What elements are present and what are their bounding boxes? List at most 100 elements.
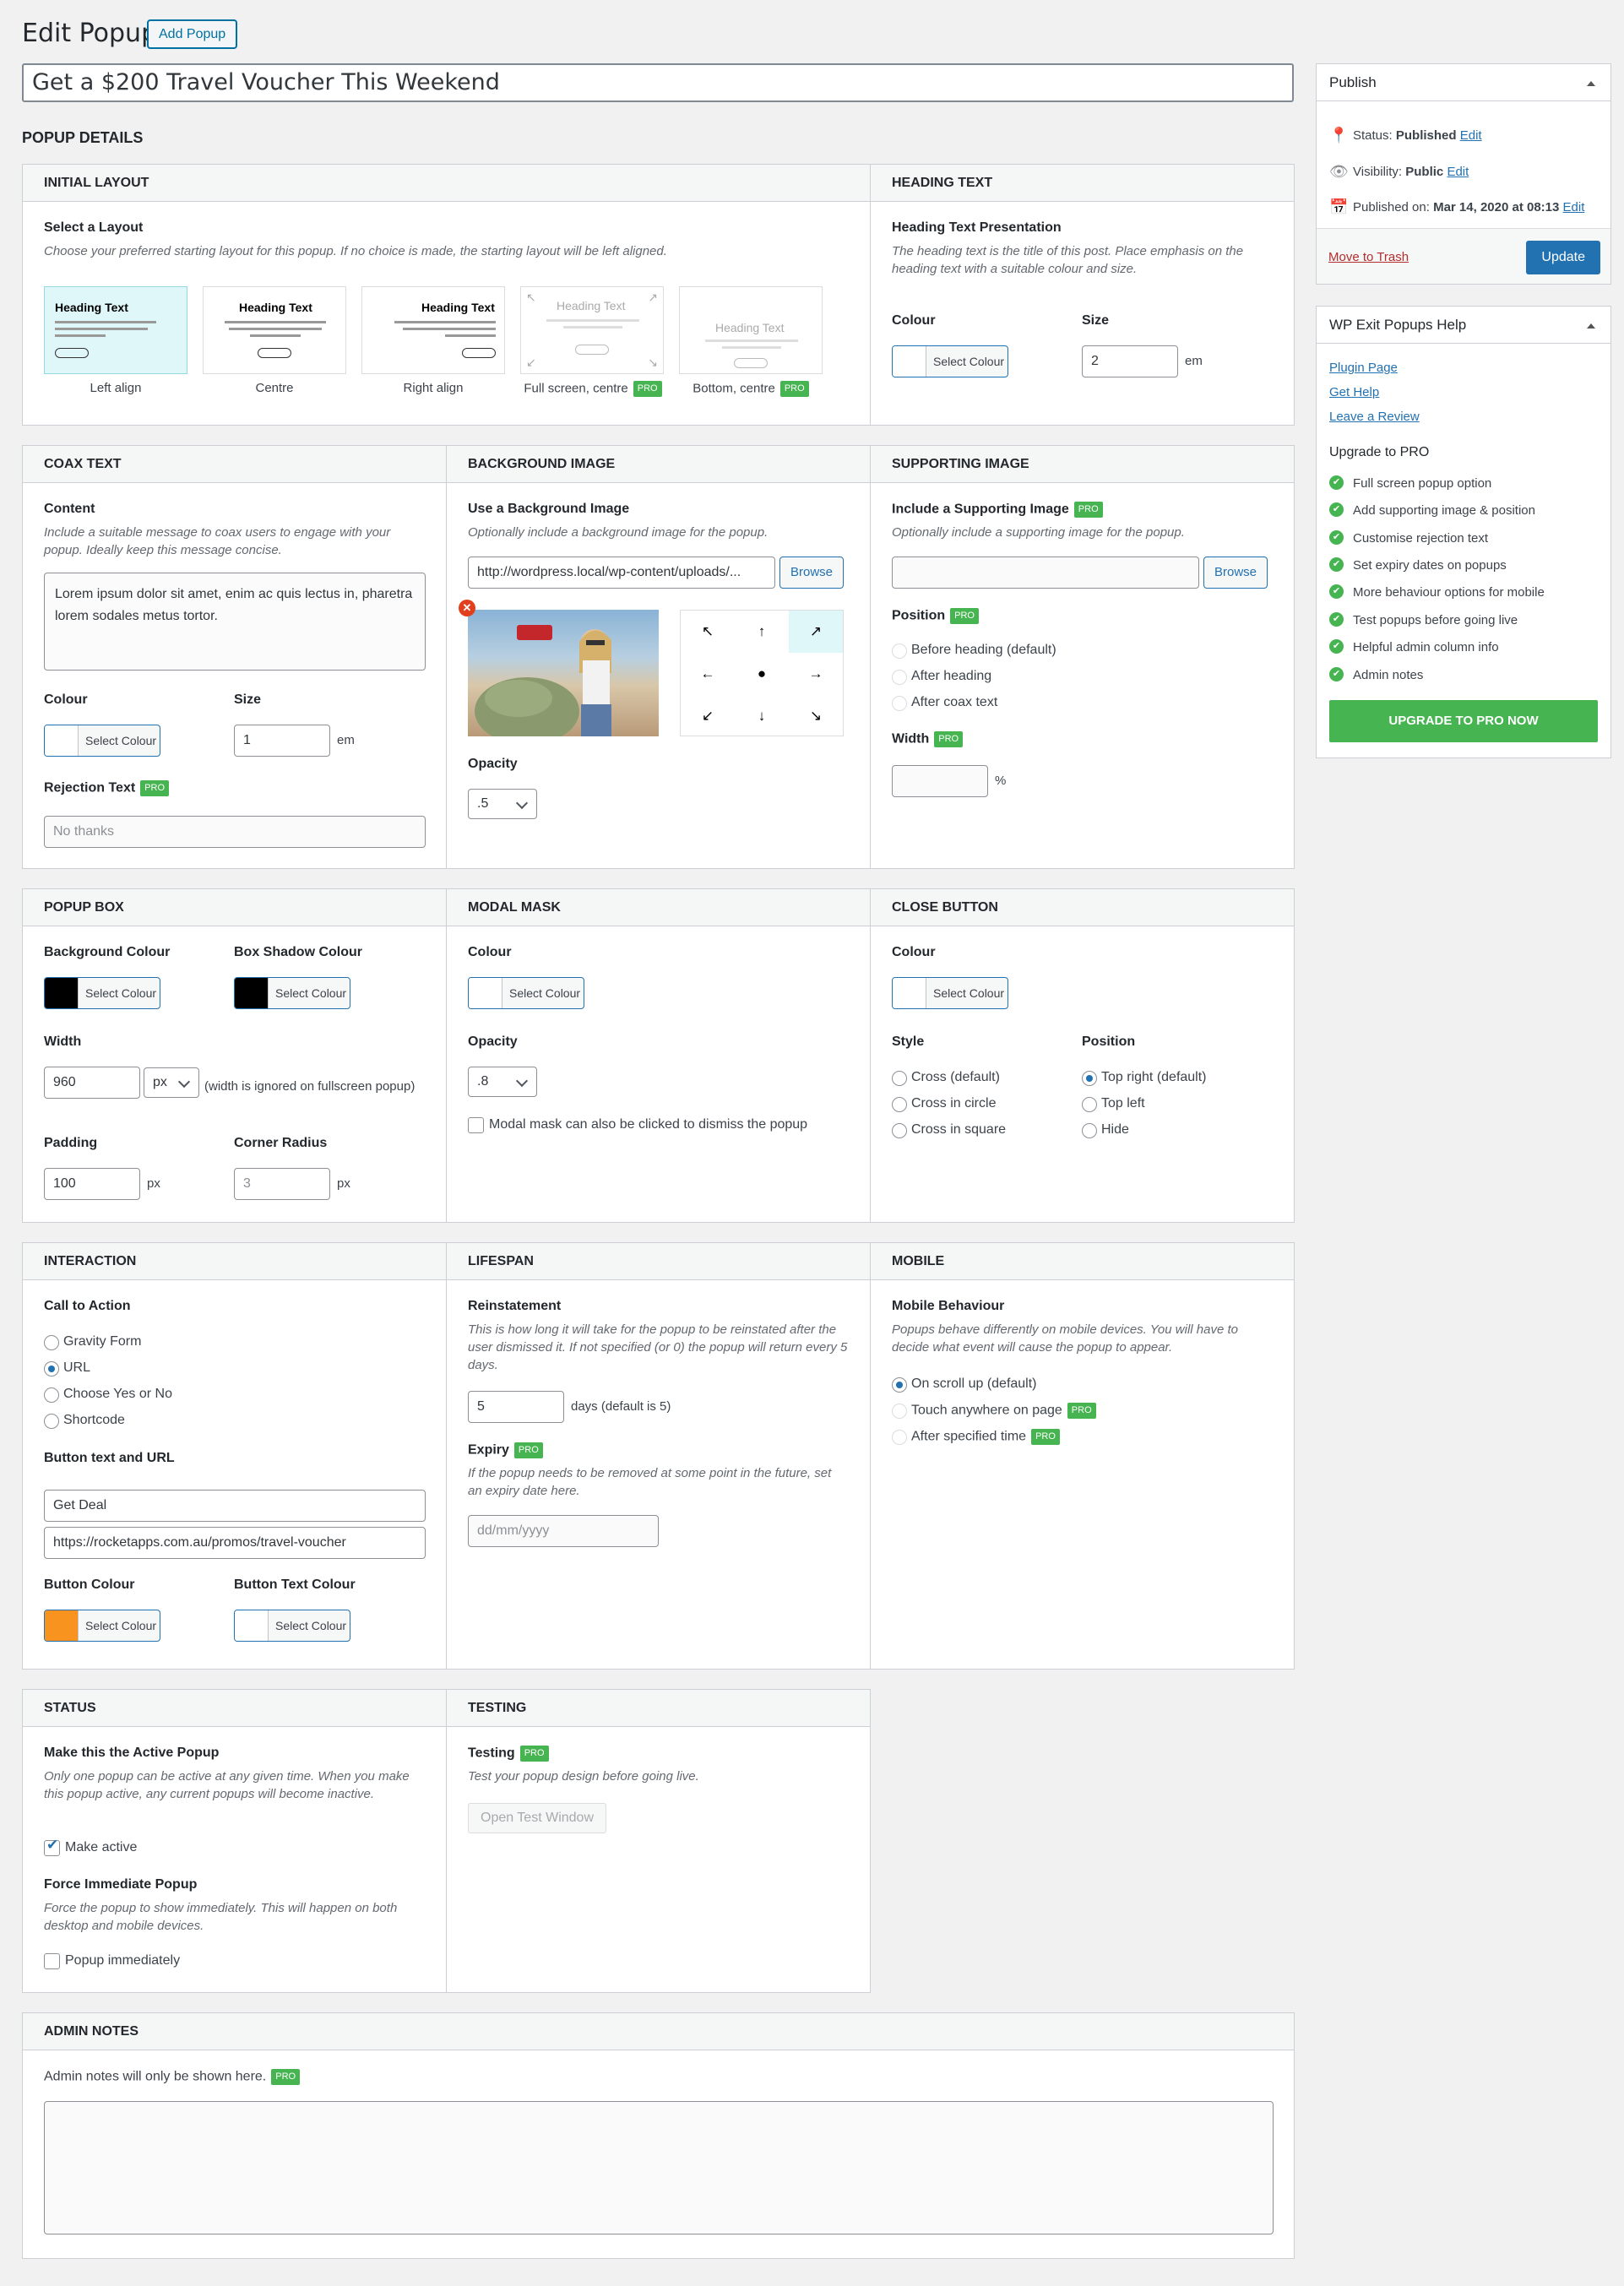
panel-heading: STATUS [23,1690,446,1727]
visibility-row: 👁 Visibility: Public Edit [1329,163,1469,180]
calendar-icon: 📅 [1329,198,1349,215]
remove-image-icon[interactable]: ✕ [459,600,475,616]
layout-centre[interactable]: Heading Text [203,286,346,374]
status-panel: STATUS Make this the Active Popup Only o… [22,1689,447,1993]
centre-dot-icon[interactable]: ● [735,653,789,695]
edit-date-link[interactable]: Edit [1563,200,1585,214]
browse-button[interactable]: Browse [1203,557,1268,589]
get-help-link[interactable]: Get Help [1329,385,1379,399]
check-icon: ✔ [46,1837,59,1853]
publish-heading[interactable]: Publish [1317,64,1610,101]
padding-input[interactable]: 100 [44,1168,140,1200]
arrow-sw-icon[interactable]: ↙ [681,695,735,737]
admin-notes-textarea[interactable] [44,2101,1274,2234]
update-button[interactable]: Update [1526,241,1600,274]
field-label: Size [1082,313,1110,328]
edit-status-link[interactable]: Edit [1460,128,1482,143]
expiry-date-input[interactable]: dd/mm/yyyy [468,1515,659,1547]
field-label: Testing PRO [468,1746,549,1762]
corner-radius-input[interactable]: 3 [234,1168,330,1200]
background-position-grid[interactable]: ↖ ↑ ↗ ← ● → ↙ ↓ ↘ [680,610,844,736]
radio-option[interactable]: After specified time PRO [892,1429,1060,1445]
testing-panel: TESTING Testing PRO Test your popup desig… [446,1689,871,1993]
button-text-colour-button[interactable]: Select Colour [234,1610,350,1642]
edit-visibility-link[interactable]: Edit [1447,165,1469,179]
mask-colour-button[interactable]: Select Colour [468,977,584,1009]
shadow-colour-button[interactable]: Select Colour [234,977,350,1009]
layout-full-screen[interactable]: ↖ ↗ ↙ ↘ Heading Text [520,286,664,374]
page-title: Edit Popup [22,19,158,48]
layout-caption: Left align [90,381,142,395]
coax-content-textarea[interactable]: Lorem ipsum dolor sit amet, enim ac quis… [44,573,426,671]
bg-colour-button[interactable]: Select Colour [44,977,160,1009]
field-label: Button Colour [44,1577,135,1592]
heading-colour-button[interactable]: Select Colour [892,345,1008,377]
supporting-image-url-input[interactable] [892,557,1199,589]
add-popup-button[interactable]: Add Popup [147,19,238,49]
feature-item: More behaviour options for mobile [1329,584,1545,600]
browse-button[interactable]: Browse [779,557,845,589]
panel-heading: BACKGROUND IMAGE [447,446,870,483]
plugin-page-link[interactable]: Plugin Page [1329,361,1398,375]
arrow-n-icon[interactable]: ↑ [735,611,789,653]
layout-bottom-centre[interactable]: Heading Text [679,286,823,374]
upgrade-pro-button[interactable]: UPGRADE TO PRO NOW [1329,700,1598,742]
supporting-width-input[interactable] [892,765,988,797]
mask-opacity-select[interactable]: .8 [468,1067,537,1097]
make-active-checkbox[interactable]: ✔ Make active [44,1837,137,1856]
radio-option[interactable]: Cross in circle [892,1096,996,1112]
rejection-text-input[interactable]: No thanks [44,816,426,848]
move-to-trash-link[interactable]: Move to Trash [1328,250,1409,264]
popup-title-input[interactable]: Get a $200 Travel Voucher This Weekend [22,63,1294,102]
arrow-e-icon[interactable]: → [789,653,843,695]
bg-opacity-select[interactable]: .5 [468,789,537,819]
button-url-input[interactable]: https://rocketapps.com.au/promos/travel-… [44,1527,426,1559]
radio-option[interactable]: Choose Yes or No [44,1387,172,1403]
radio-option[interactable]: Cross in square [892,1122,1006,1138]
radio-option[interactable]: On scroll up (default) [892,1376,1037,1393]
background-image-url-input[interactable]: http://wordpress.local/wp-content/upload… [468,557,775,589]
radio-option[interactable]: Touch anywhere on page PRO [892,1403,1096,1419]
close-colour-button[interactable]: Select Colour [892,977,1008,1009]
help-heading[interactable]: WP Exit Popups Help [1317,307,1610,344]
mask-dismiss-checkbox[interactable]: Modal mask can also be clicked to dismis… [468,1117,807,1133]
heading-size-input[interactable]: 2 [1082,345,1178,377]
button-text-input[interactable]: Get Deal [44,1490,426,1522]
unit: days (default is 5) [571,1399,671,1414]
reinstate-days-input[interactable]: 5 [468,1391,564,1423]
section-heading: POPUP DETAILS [22,129,144,146]
feature-item: Set expiry dates on popups [1329,557,1507,573]
layout-left-align[interactable]: Heading Text [44,286,187,374]
arrow-w-icon[interactable]: ← [681,653,735,695]
arrow-nw-icon[interactable]: ↖ [681,611,735,653]
radio-option[interactable]: Hide [1082,1122,1129,1138]
radio-option[interactable]: Cross (default) [892,1070,1000,1086]
field-label: Expiry PRO [468,1442,543,1458]
field-label: Colour [892,945,936,959]
unit: px [147,1176,160,1191]
popup-immediately-checkbox[interactable]: Popup immediately [44,1953,180,1969]
open-test-window-button[interactable]: Open Test Window [468,1803,606,1833]
arrow-ne-icon[interactable]: ↗ [789,611,843,653]
supporting-image-panel: SUPPORTING IMAGE Include a Supporting Im… [870,445,1295,869]
panel-heading: MOBILE [871,1243,1294,1280]
radio-option[interactable]: After coax text [892,695,997,711]
background-image-preview [468,610,659,736]
field-desc: The heading text is the title of this po… [892,244,1244,276]
radio-option[interactable]: After heading [892,669,991,685]
layout-caption: Centre [255,381,294,395]
interaction-panel: INTERACTION Call to Action Gravity Form … [22,1242,447,1670]
radio-option[interactable]: Gravity Form [44,1334,141,1350]
radio-option[interactable]: Shortcode [44,1413,125,1429]
radio-option[interactable]: Top right (default) [1082,1070,1207,1086]
coax-colour-button[interactable]: Select Colour [44,725,160,757]
arrow-s-icon[interactable]: ↓ [735,695,789,737]
coax-size-input[interactable]: 1 [234,725,330,757]
leave-review-link[interactable]: Leave a Review [1329,410,1420,424]
radio-option[interactable]: URL [44,1360,90,1376]
button-colour-button[interactable]: Select Colour [44,1610,160,1642]
radio-option[interactable]: Before heading (default) [892,643,1056,659]
arrow-se-icon[interactable]: ↘ [789,695,843,737]
radio-option[interactable]: Top left [1082,1096,1145,1112]
layout-right-align[interactable]: Heading Text [361,286,505,374]
